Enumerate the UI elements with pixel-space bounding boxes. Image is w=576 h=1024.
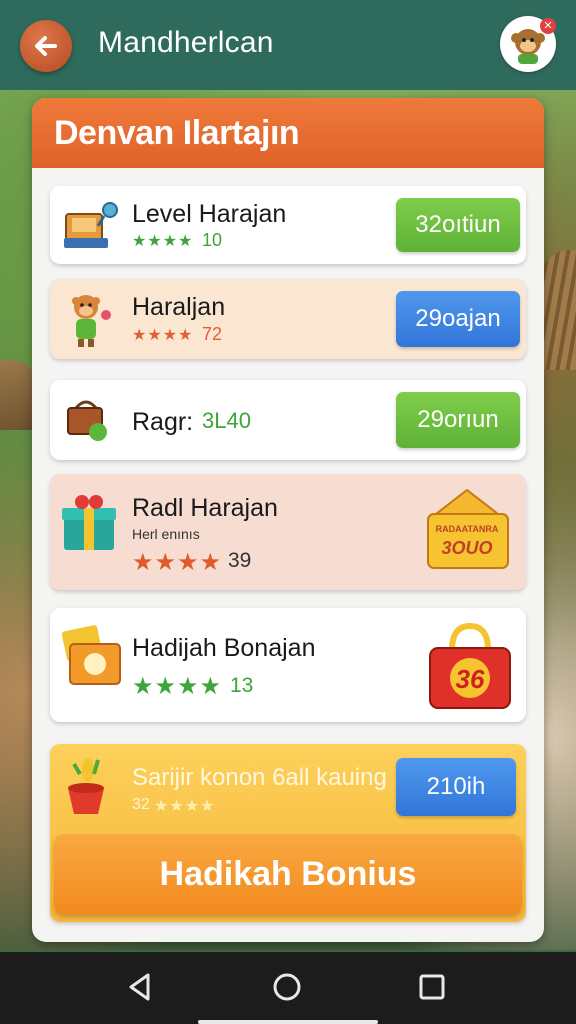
monkey-character-icon [72,295,111,347]
cash-register-icon [64,202,118,248]
panel-title: Denvan Ilartajın [54,113,300,152]
star-rating: ★★★★ [132,233,194,250]
home-indicator [198,1020,378,1024]
star-rating: ★★★★ [132,549,223,576]
nav-recents-icon[interactable] [418,972,446,1002]
claim-button[interactable]: 32oıtiun [396,198,520,252]
item-name: Hadijah Bonajan [132,634,316,662]
list-item[interactable]: Radl Harajan Herl enınıs ★★★★ 39 RADAATA… [50,474,526,590]
notification-badge: ✕ [540,18,556,34]
item-count: 3L40 [202,408,251,433]
item-subtitle: Herl enınıs [132,526,200,542]
arrow-left-icon [35,36,57,56]
item-count: 32 [132,796,150,813]
flower-pot-icon [68,758,104,814]
list-item[interactable]: Ragr: 3L40 29orıun [50,380,526,460]
panel-header: Denvan Ilartajın [32,98,544,168]
item-count: 13 [230,674,254,697]
item-name: Ragr: [132,408,194,436]
item-count: 39 [228,549,252,572]
item-name: Radl Harajan [132,494,278,522]
badge-label: RADAATANRA [435,524,499,534]
list-item[interactable]: Level Harajan ★★★★ 10 32oıtiun [50,186,526,264]
shopping-basket-icon [67,400,107,441]
star-rating: ★★★★ [132,327,194,344]
item-name: Haraljan [132,293,226,321]
item-count: 10 [202,230,223,250]
star-rating: ★★★★ [132,673,223,700]
reward-badge: RADAATANRA 3OUO [422,486,512,576]
item-name: Sarijir konon 6all kauing [132,764,387,791]
profile-avatar[interactable]: ✕ [500,16,556,72]
badge-value: 3OUO [441,538,493,558]
app-title: Mandherlcan [98,26,274,59]
claim-button[interactable]: 29orıun [396,392,520,448]
list-item[interactable]: Hadijah Bonajan ★★★★ 13 36 [50,608,526,722]
gift-box-icon [62,495,116,550]
money-envelope-icon [61,625,121,685]
hut-roof-right [540,250,576,370]
item-name: Level Harajan [132,200,287,228]
app-bar: Mandherlcan ✕ [0,0,576,90]
bonus-button[interactable]: Hadikah Bonius [54,834,522,914]
star-rating: ★★★★ [154,798,216,815]
item-count: 72 [202,324,223,344]
badge-value: 36 [455,664,485,694]
nav-home-icon[interactable] [272,972,302,1002]
claim-button[interactable]: 29oajan [396,291,520,347]
nav-back-icon[interactable] [126,972,154,1002]
back-button[interactable] [20,20,72,72]
rewards-panel: Denvan Ilartajın Level Harajan ★★★★ 10 3… [32,98,544,942]
reward-badge: 36 [424,620,516,714]
bonus-card[interactable]: Sarijir konon 6all kauing 32 ★★★★ 210ih … [50,744,526,922]
list-item[interactable]: Haraljan ★★★★ 72 29oajan [50,279,526,359]
system-nav-bar [0,952,576,1024]
claim-button[interactable]: 210ih [396,758,516,816]
